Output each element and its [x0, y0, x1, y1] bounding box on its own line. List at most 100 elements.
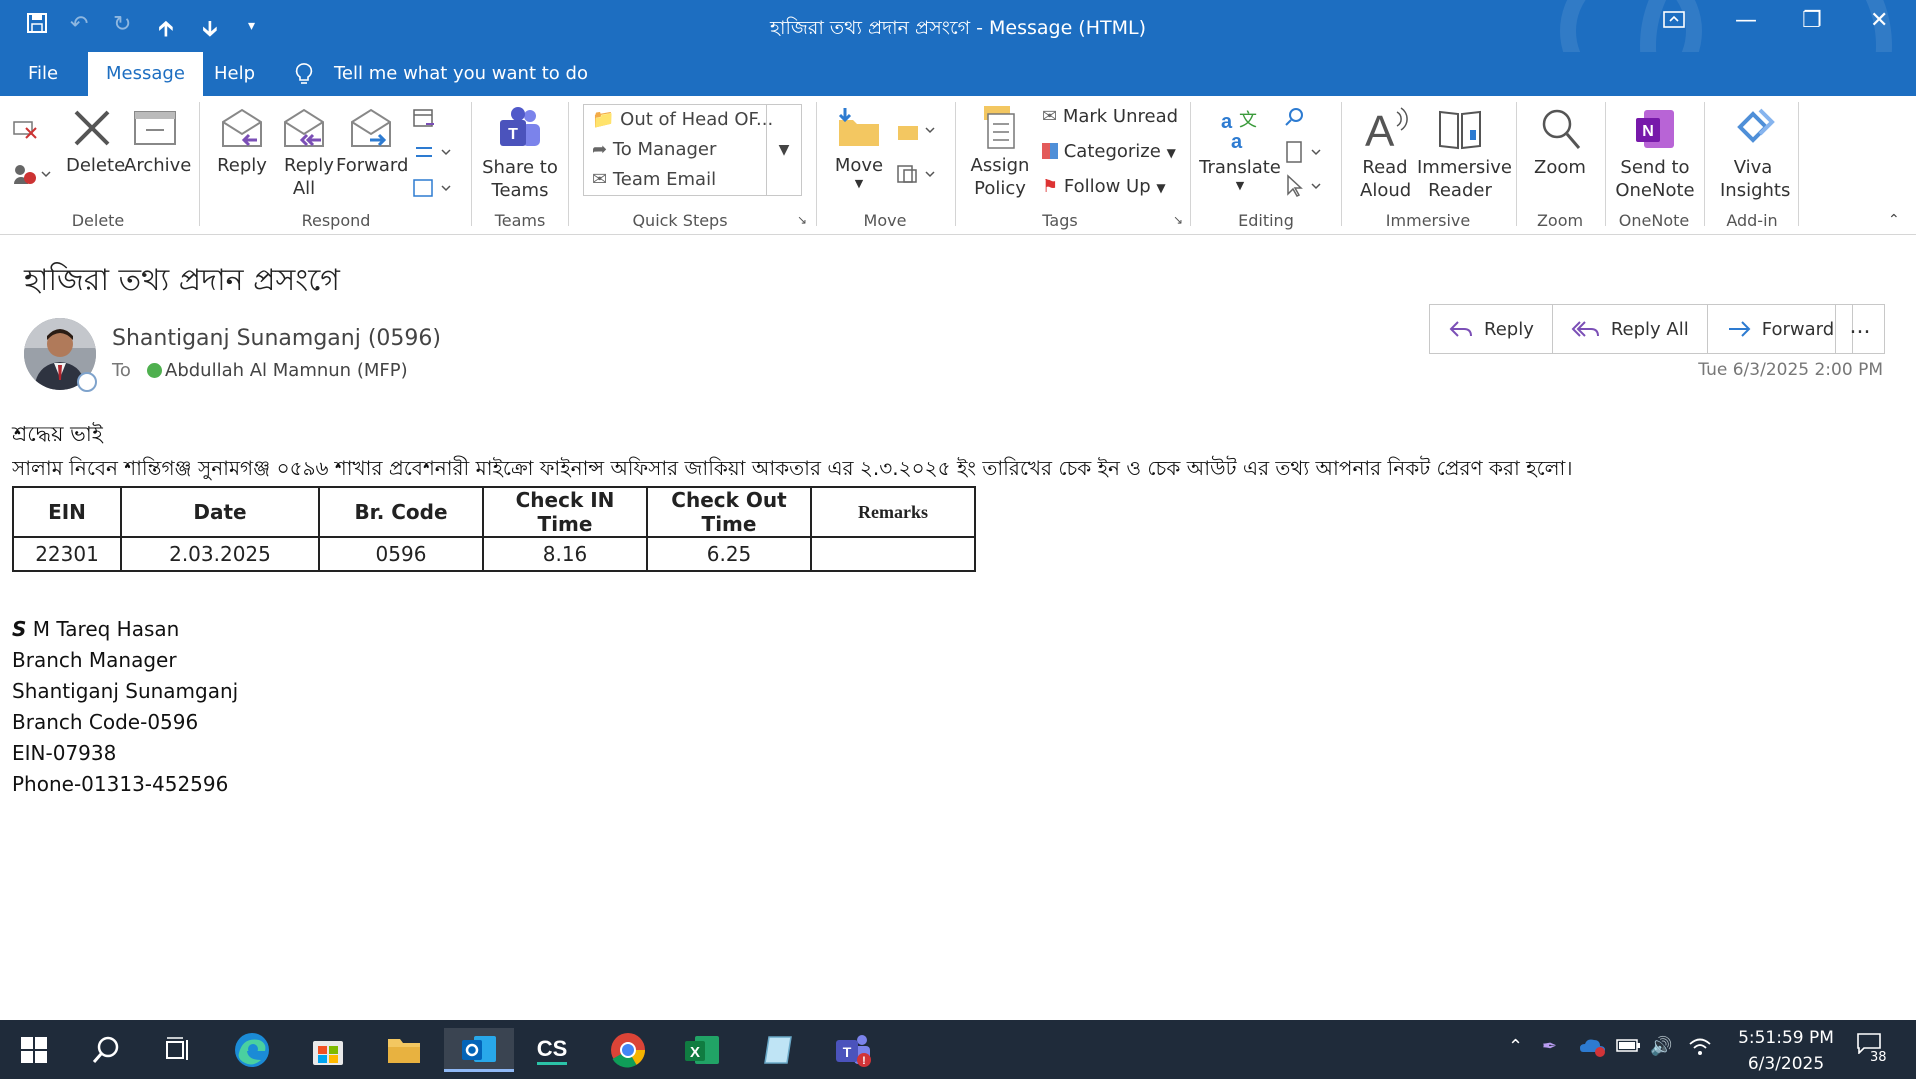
- tell-me-search[interactable]: Tell me what you want to do: [334, 63, 588, 84]
- table-cell: 6.25: [646, 536, 812, 572]
- forward-button[interactable]: Forward: [336, 106, 408, 177]
- translate-button[interactable]: a文a Translate ▼: [1198, 106, 1282, 193]
- group-label-editing: Editing: [1238, 211, 1294, 230]
- reply-action-label: Reply: [1484, 318, 1534, 340]
- show-hidden-icons-icon[interactable]: ⌃: [1508, 1036, 1523, 1057]
- reply-action-button[interactable]: Reply: [1430, 305, 1553, 353]
- reply-button[interactable]: Reply: [216, 106, 268, 177]
- group-label-teams: Teams: [494, 211, 546, 230]
- related-icon[interactable]: [1284, 140, 1326, 168]
- reply-all-button[interactable]: Reply All: [278, 106, 334, 200]
- notepad-app[interactable]: [752, 1028, 804, 1072]
- table-header: Br. Code: [318, 486, 484, 538]
- viva-insights-button[interactable]: Viva Insights: [1712, 106, 1794, 202]
- notification-count-badge: 38: [1868, 1050, 1889, 1065]
- send-to-onenote-button[interactable]: N Send to OneNote: [1610, 106, 1700, 202]
- excel-app[interactable]: X: [676, 1028, 728, 1072]
- im-reply-icon[interactable]: [412, 176, 452, 204]
- onedrive-icon[interactable]: [1578, 1036, 1608, 1063]
- follow-up-button[interactable]: ⚑ Follow Up ▼: [1042, 176, 1166, 197]
- categorize-label: Categorize: [1063, 141, 1161, 162]
- file-explorer-app[interactable]: [378, 1028, 430, 1072]
- onenote-icon: N: [1636, 110, 1674, 148]
- title-bar: ↶ ↻ 🡱 🡳 ▾ হাজিরা তথ্য প্রদান প্রসংগে - M…: [0, 0, 1916, 172]
- tab-file[interactable]: File: [10, 52, 76, 96]
- follow-up-label: Follow Up: [1063, 176, 1151, 197]
- ribbon-display-icon[interactable]: [1662, 8, 1686, 36]
- quick-steps-gallery: 📁 Out of Head OF... ➦ To Manager ✉ Team …: [583, 104, 802, 196]
- close-icon[interactable]: ✕: [1870, 8, 1888, 33]
- tab-help[interactable]: Help: [196, 52, 273, 96]
- battery-icon[interactable]: [1616, 1036, 1642, 1059]
- reply-all-action-button[interactable]: Reply All: [1553, 305, 1708, 353]
- more-actions-button[interactable]: ...: [1835, 304, 1885, 354]
- actions-icon[interactable]: [896, 162, 938, 190]
- restore-icon[interactable]: ❐: [1802, 8, 1822, 33]
- cs-app[interactable]: CS: [526, 1028, 578, 1072]
- window-title: হাজিরা তথ্য প্রদান প্রসংগে - Message (HT…: [769, 17, 1147, 39]
- find-icon[interactable]: [1284, 106, 1306, 132]
- tags-launcher-icon[interactable]: ↘: [1173, 213, 1183, 227]
- rules-icon[interactable]: [896, 118, 938, 146]
- wifi-icon[interactable]: [1688, 1036, 1712, 1061]
- categorize-button[interactable]: Categorize ▼: [1042, 141, 1176, 162]
- teams-app[interactable]: T!: [828, 1028, 880, 1072]
- sender-name[interactable]: Shantiganj Sunamganj (0596): [112, 326, 441, 351]
- recipient-name[interactable]: Abdullah Al Mamnun (MFP): [165, 360, 408, 381]
- translate-dropdown-icon[interactable]: ▼: [1198, 179, 1282, 193]
- search-button[interactable]: [80, 1028, 132, 1072]
- quick-steps-more-icon[interactable]: ▼: [766, 105, 801, 195]
- forward-action-button[interactable]: Forward: [1708, 305, 1852, 353]
- ribbon: Delete Archive Delete Reply Reply All Fo…: [0, 96, 1916, 235]
- delete-icon: [74, 110, 110, 146]
- reply-all-label: Reply All: [284, 155, 334, 199]
- reply-all-action-label: Reply All: [1610, 318, 1689, 340]
- assign-policy-button[interactable]: Assign Policy: [962, 104, 1038, 200]
- more-respond-icon[interactable]: [412, 140, 452, 168]
- mark-unread-label: Mark Unread: [1062, 106, 1179, 127]
- taskbar-clock[interactable]: 5:51:59 PM 6/3/2025: [1720, 1025, 1852, 1077]
- lightbulb-icon: [294, 62, 314, 90]
- mark-unread-button[interactable]: ✉ Mark Unread: [1042, 106, 1178, 127]
- svg-text:文: 文: [1239, 110, 1257, 130]
- store-app[interactable]: [302, 1028, 354, 1072]
- immersive-reader-button[interactable]: Immersive Reader: [1414, 104, 1512, 202]
- meeting-reply-icon[interactable]: [412, 106, 436, 134]
- move-button[interactable]: Move ▼: [832, 106, 886, 191]
- pen-icon[interactable]: ✒: [1542, 1036, 1557, 1057]
- svg-text:a: a: [1221, 111, 1233, 133]
- group-separator: [1341, 102, 1342, 226]
- read-aloud-button[interactable]: A Read Aloud: [1350, 104, 1420, 202]
- zoom-button[interactable]: Zoom: [1528, 106, 1592, 179]
- presence-available-icon: [147, 363, 162, 378]
- move-dropdown-icon[interactable]: ▼: [832, 177, 886, 191]
- quick-step-team-email[interactable]: ✉ Team Email: [592, 169, 716, 190]
- junk-icon[interactable]: [12, 162, 52, 190]
- chevron-down-icon: ▼: [1156, 181, 1166, 195]
- svg-text:T: T: [508, 126, 518, 143]
- reply-label: Reply: [217, 155, 267, 176]
- group-separator: [471, 102, 472, 226]
- share-to-teams-button[interactable]: T Share to Teams: [480, 106, 560, 202]
- archive-button[interactable]: Archive: [124, 106, 191, 177]
- ignore-icon[interactable]: [12, 118, 40, 144]
- chrome-app[interactable]: [602, 1028, 654, 1072]
- outlook-app[interactable]: [444, 1028, 514, 1072]
- volume-icon[interactable]: 🔊: [1650, 1036, 1672, 1057]
- delete-button[interactable]: Delete: [66, 106, 125, 177]
- store-icon: [313, 1041, 343, 1065]
- quick-step-to-manager[interactable]: ➦ To Manager: [592, 139, 716, 160]
- quick-step-out-of-head[interactable]: 📁 Out of Head OF...: [592, 109, 773, 130]
- start-button[interactable]: [8, 1028, 60, 1072]
- select-icon[interactable]: [1284, 174, 1326, 202]
- share-to-teams-label: Share to Teams: [482, 157, 558, 201]
- translate-icon: a 文a: [1221, 110, 1257, 152]
- quick-steps-launcher-icon[interactable]: ↘: [797, 213, 807, 227]
- edge-app[interactable]: [226, 1028, 278, 1072]
- tab-message[interactable]: Message: [88, 52, 203, 96]
- chrome-icon: [611, 1033, 645, 1068]
- collapse-ribbon-icon[interactable]: ⌃: [1888, 212, 1900, 228]
- teams-icon: T!: [836, 1035, 871, 1067]
- task-view-button[interactable]: [152, 1028, 204, 1072]
- minimize-icon[interactable]: —: [1735, 8, 1757, 33]
